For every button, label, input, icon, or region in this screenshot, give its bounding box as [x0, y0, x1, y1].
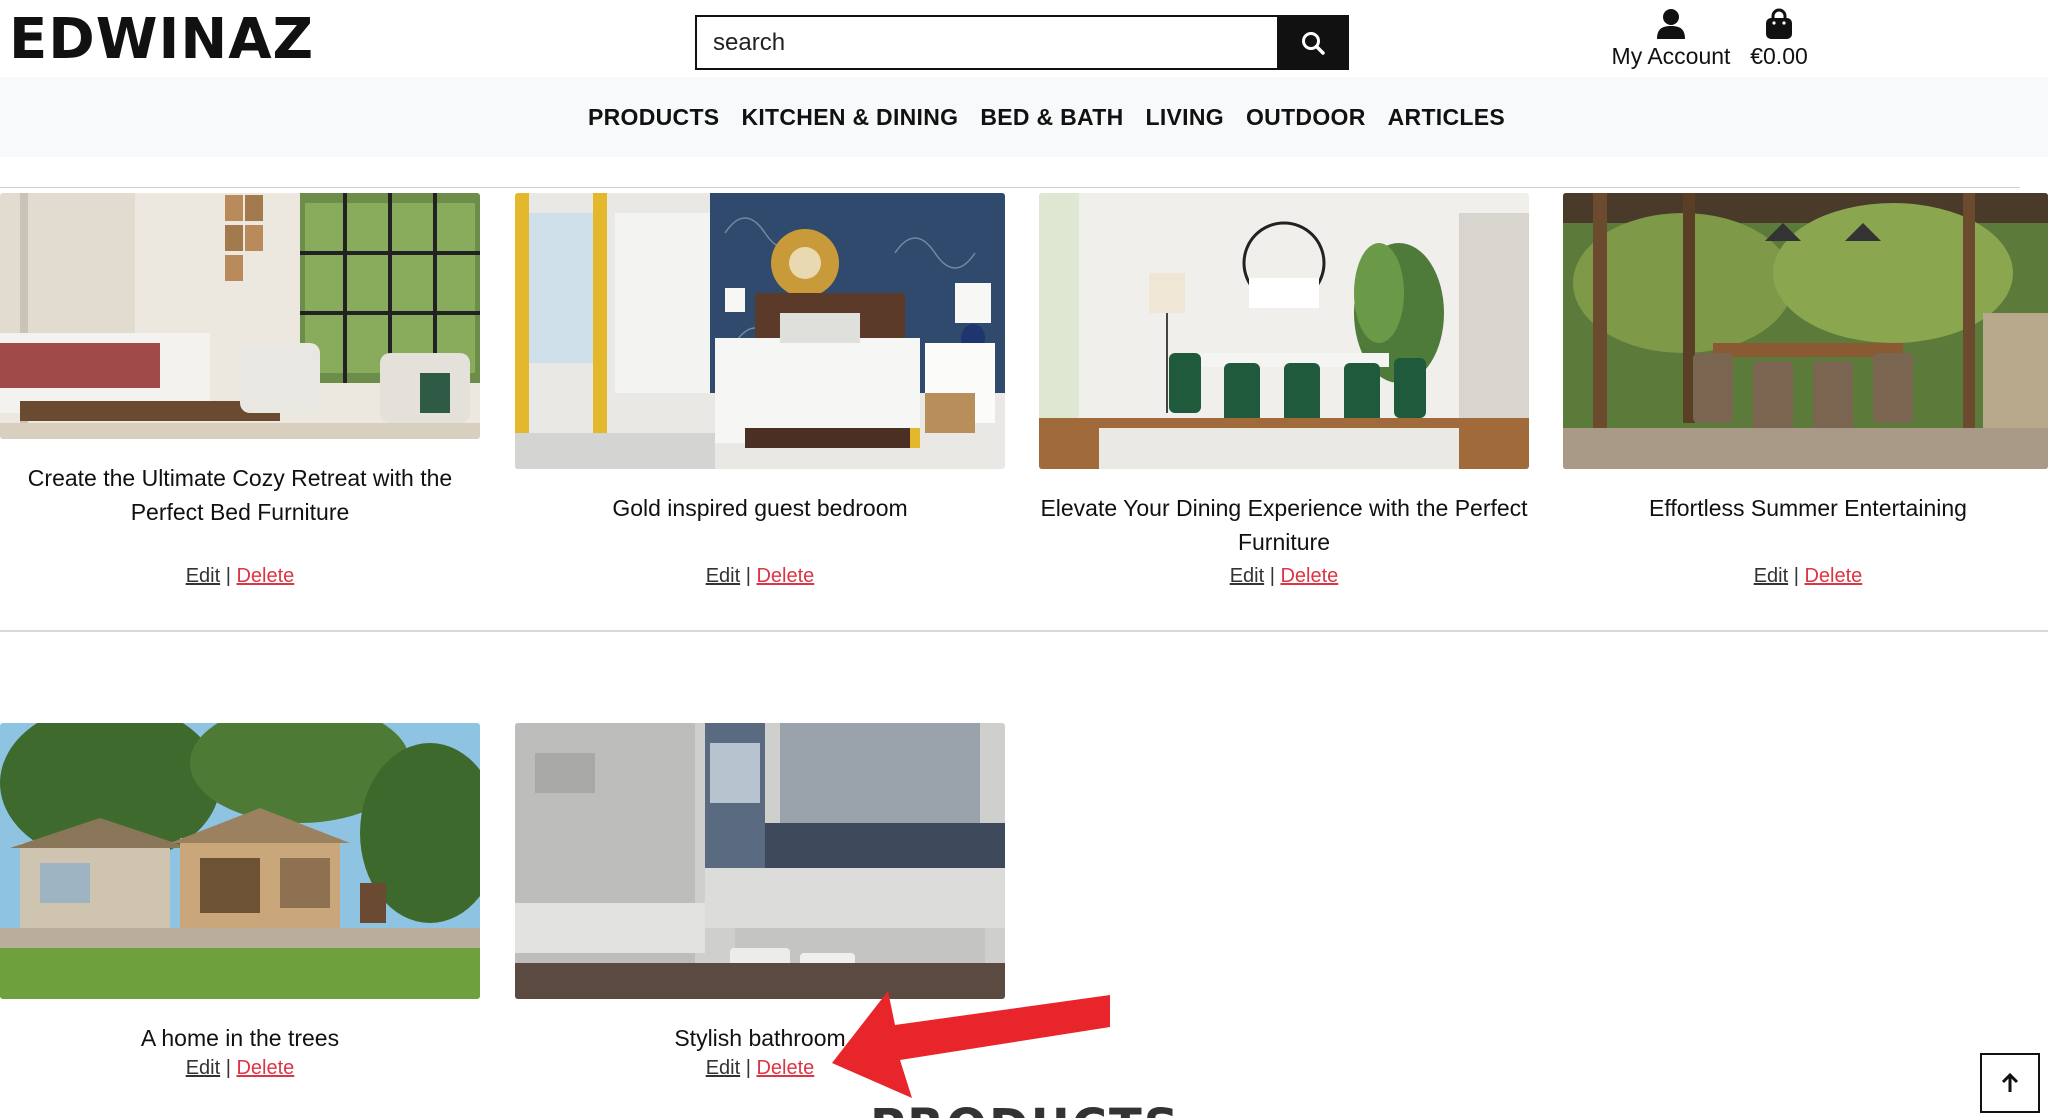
dining-room-photo[interactable]: [1039, 193, 1529, 469]
article-title[interactable]: Elevate Your Dining Experience with the …: [1039, 491, 1529, 559]
edit-link[interactable]: Edit: [186, 1057, 220, 1079]
edit-link[interactable]: Edit: [1230, 565, 1264, 587]
article-title[interactable]: Effortless Summer Entertaining: [1563, 491, 2048, 525]
separator: |: [745, 565, 751, 587]
delete-link[interactable]: Delete: [756, 565, 814, 587]
search-button[interactable]: [1277, 15, 1349, 70]
nav-bed-bath[interactable]: BED & BATH: [969, 104, 1134, 131]
delete-link[interactable]: Delete: [236, 1057, 294, 1079]
bag-total: €0.00: [1750, 43, 1808, 69]
site-header: EDWINAZ My Account €0.00: [0, 0, 2048, 77]
outdoor-patio-photo[interactable]: [1563, 193, 2048, 469]
edit-link[interactable]: Edit: [706, 1057, 740, 1079]
article-title[interactable]: Create the Ultimate Cozy Retreat with th…: [0, 461, 480, 529]
edit-link[interactable]: Edit: [186, 565, 220, 587]
delete-link[interactable]: Delete: [1804, 565, 1862, 587]
garden-cabin-photo[interactable]: [0, 723, 480, 999]
article-title[interactable]: Gold inspired guest bedroom: [515, 491, 1005, 525]
delete-link[interactable]: Delete: [756, 1057, 814, 1079]
user-icon: [1657, 9, 1685, 39]
separator: |: [1793, 565, 1799, 587]
edit-link[interactable]: Edit: [706, 565, 740, 587]
my-account-link[interactable]: My Account: [1606, 8, 1736, 74]
divider: [0, 187, 2020, 188]
article-card: Create the Ultimate Cozy Retreat with th…: [0, 193, 480, 593]
site-logo[interactable]: EDWINAZ: [9, 4, 314, 76]
article-card: Gold inspired guest bedroom Edit | Delet…: [515, 193, 1005, 593]
separator: |: [225, 565, 231, 587]
delete-link[interactable]: Delete: [1280, 565, 1338, 587]
edit-link[interactable]: Edit: [1754, 565, 1788, 587]
back-to-top-button[interactable]: [1980, 1053, 2040, 1113]
shopping-bag-icon: [1766, 8, 1792, 39]
row-divider: [0, 630, 2048, 632]
main-nav: PRODUCTS KITCHEN & DINING BED & BATH LIV…: [0, 77, 2048, 157]
cozy-bedroom-photo[interactable]: [0, 193, 480, 439]
nav-products[interactable]: PRODUCTS: [577, 104, 730, 131]
nav-outdoor[interactable]: OUTDOOR: [1235, 104, 1377, 131]
article-card: Elevate Your Dining Experience with the …: [1039, 193, 1529, 593]
bathroom-photo[interactable]: [515, 723, 1005, 999]
shopping-bag-link[interactable]: €0.00: [1744, 8, 1814, 74]
article-actions: Edit | Delete: [515, 565, 1005, 588]
search-form: [695, 15, 1349, 70]
nav-kitchen-dining[interactable]: KITCHEN & DINING: [730, 104, 969, 131]
separator: |: [1269, 565, 1275, 587]
article-title[interactable]: A home in the trees: [0, 1021, 480, 1055]
nav-living[interactable]: LIVING: [1134, 104, 1234, 131]
products-section-heading: PRODUCTS: [870, 1103, 1180, 1118]
search-input[interactable]: [695, 15, 1277, 70]
article-actions: Edit | Delete: [1563, 565, 2048, 588]
separator: |: [745, 1057, 751, 1079]
article-card: Effortless Summer Entertaining Edit | De…: [1563, 193, 2048, 593]
delete-link[interactable]: Delete: [236, 565, 294, 587]
annotation-arrow: [832, 991, 1110, 1098]
nav-articles[interactable]: ARTICLES: [1377, 104, 1516, 131]
search-icon: [1302, 31, 1325, 55]
arrow-up-icon: [2001, 1072, 2019, 1092]
article-card: A home in the trees Edit | Delete: [0, 723, 480, 1093]
my-account-label: My Account: [1611, 43, 1731, 69]
gold-bedroom-photo[interactable]: [515, 193, 1005, 469]
separator: |: [225, 1057, 231, 1079]
article-actions: Edit | Delete: [1039, 565, 1529, 588]
article-actions: Edit | Delete: [0, 565, 480, 588]
article-actions: Edit | Delete: [0, 1057, 480, 1080]
